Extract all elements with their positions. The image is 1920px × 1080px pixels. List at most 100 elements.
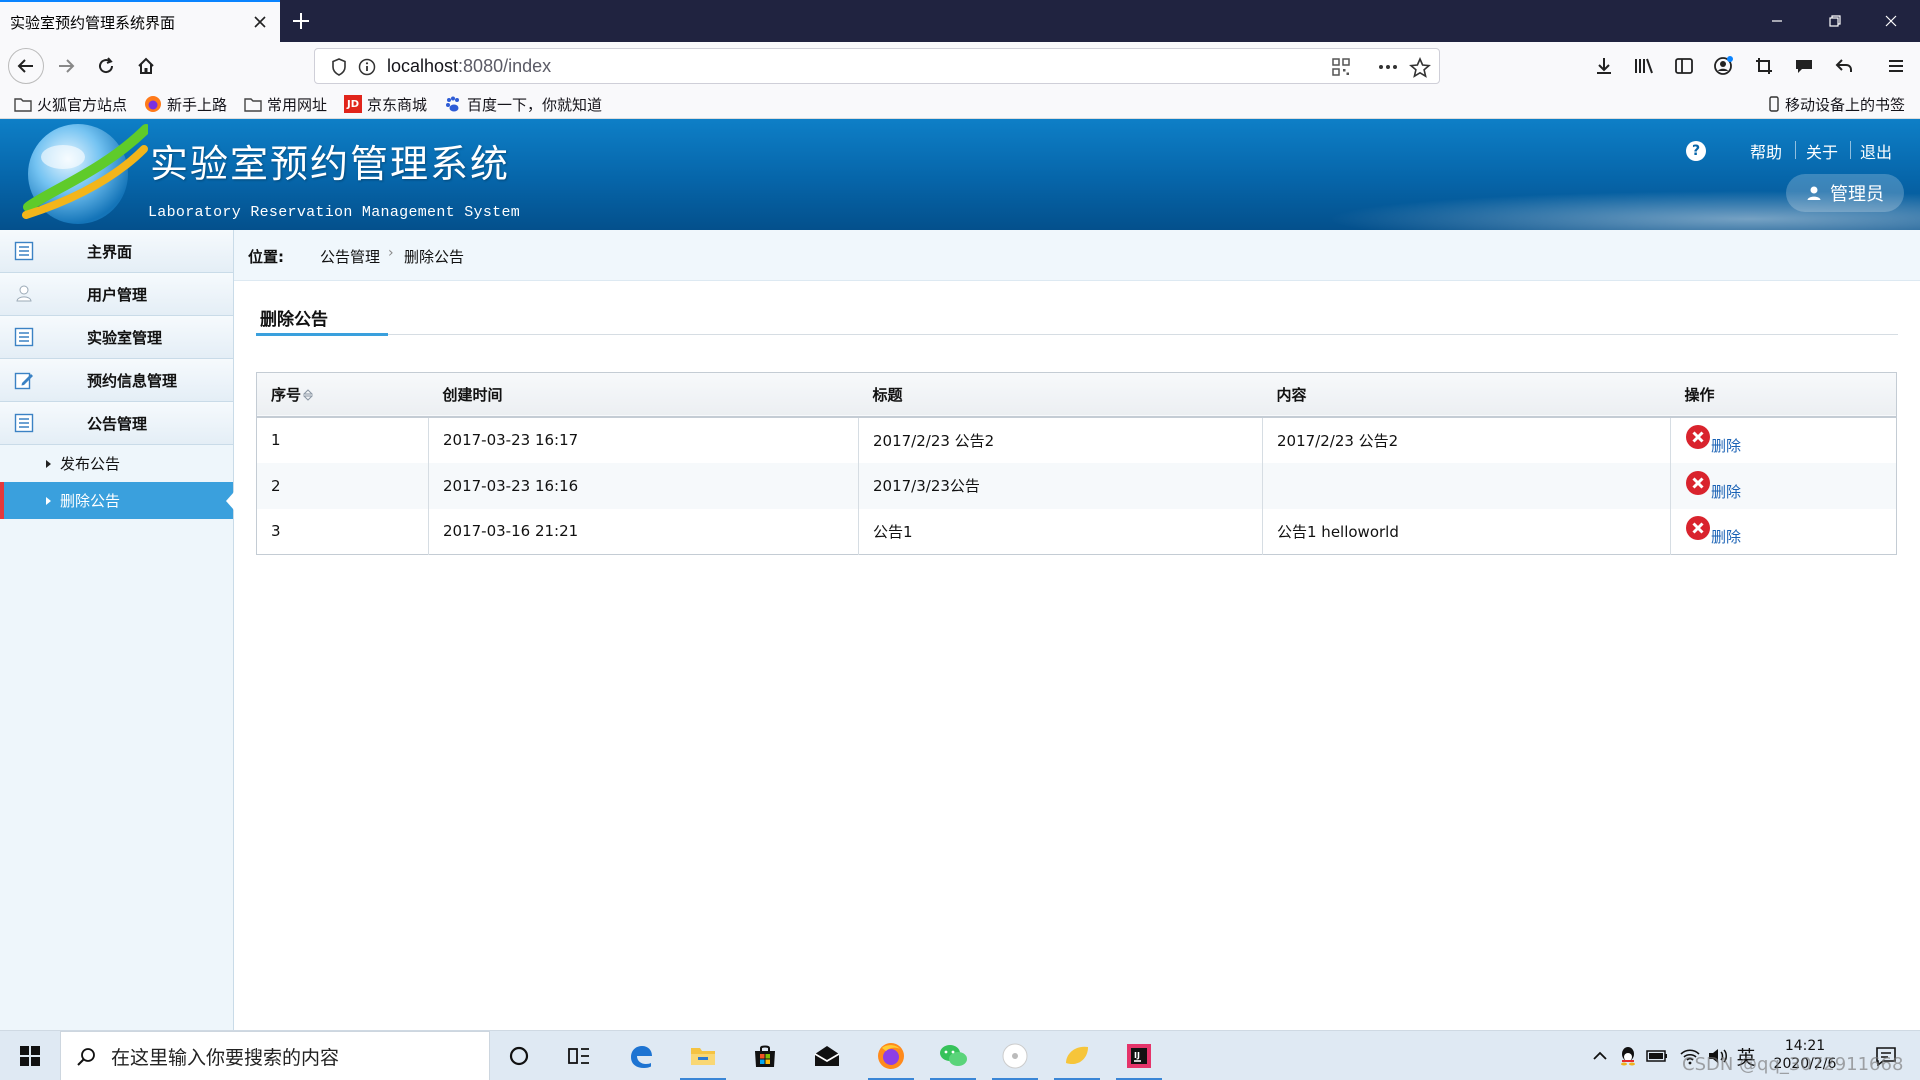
bookmark-common-sites[interactable]: 常用网址 (244, 93, 327, 115)
help-question-icon[interactable]: ? (1686, 141, 1706, 161)
app-title: 实验室预约管理系统 (150, 142, 511, 186)
help-link[interactable]: 帮助 (1750, 139, 1782, 163)
list-icon (14, 327, 34, 347)
browser-tab-strip: 实验室预约管理系统界面 (0, 0, 1920, 42)
site-info-icon[interactable] (357, 57, 377, 77)
delete-x-icon[interactable] (1685, 515, 1711, 541)
cell-id: 1 (256, 416, 429, 463)
bookmark-mobile[interactable]: 移动设备上的书签 (1768, 93, 1905, 115)
url-bar[interactable]: localhost:8080/index (314, 48, 1440, 84)
search-placeholder: 在这里输入你要搜索的内容 (111, 1046, 340, 1069)
svg-text:IJ: IJ (1134, 1051, 1140, 1060)
sidebar-subitem-publish-announcement[interactable]: 发布公告 (0, 445, 233, 482)
sidebar-item-users[interactable]: 用户管理 (0, 273, 233, 316)
bookmark-getting-started[interactable]: 新手上路 (144, 93, 227, 115)
delete-link[interactable]: 删除 (1711, 526, 1741, 547)
screenshot-crop-icon[interactable] (1748, 50, 1780, 82)
edge-browser-icon[interactable] (614, 1031, 668, 1080)
task-view-icon[interactable] (552, 1031, 606, 1080)
wechat-icon[interactable] (926, 1031, 980, 1080)
delete-link[interactable]: 删除 (1711, 435, 1741, 456)
menu-hamburger-icon[interactable] (1880, 50, 1912, 82)
bookmark-star-icon[interactable] (1409, 57, 1431, 78)
taskbar-search-box[interactable]: 在这里输入你要搜索的内容 (60, 1031, 490, 1080)
column-header-id[interactable]: 序号 (257, 373, 429, 417)
current-user-button[interactable]: 管理员 (1786, 174, 1904, 212)
mail-icon[interactable] (800, 1031, 854, 1080)
file-explorer-icon[interactable] (676, 1031, 730, 1080)
forward-arrow-icon[interactable] (50, 50, 82, 82)
delete-action[interactable]: 删除 (1685, 470, 1741, 502)
column-header-label: 序号 (271, 385, 302, 404)
undo-icon[interactable] (1828, 50, 1860, 82)
bookmarks-toolbar: 火狐官方站点 新手上路 常用网址 JD 京东商城 百度一下，你就知道 移动设备上… (0, 89, 1920, 119)
header-divider (1850, 141, 1851, 159)
account-icon[interactable] (1708, 50, 1740, 82)
close-window-icon[interactable] (1862, 0, 1920, 42)
reload-icon[interactable] (90, 50, 122, 82)
tracking-shield-icon[interactable] (329, 57, 349, 77)
sidebar-item-announcements[interactable]: 公告管理 (0, 402, 233, 445)
url-text: localhost:8080/index (387, 56, 551, 77)
sidebar-item-labs[interactable]: 实验室管理 (0, 316, 233, 359)
bookmark-label: 火狐官方站点 (37, 95, 128, 114)
bookmark-baidu[interactable]: 百度一下，你就知道 (444, 93, 602, 115)
back-arrow-icon[interactable] (8, 48, 44, 84)
breadcrumb-level1[interactable]: 公告管理 (320, 246, 380, 267)
show-hidden-icons-chevron-icon[interactable] (1586, 1031, 1614, 1080)
sort-icon[interactable] (303, 389, 314, 401)
home-icon[interactable] (130, 50, 162, 82)
list-icon (14, 413, 34, 433)
sidebar-subitem-delete-announcement[interactable]: 删除公告 (0, 482, 234, 519)
list-icon (14, 241, 34, 261)
folder-icon (244, 95, 262, 113)
bookmark-jd[interactable]: JD 京东商城 (344, 93, 427, 115)
sidebar-toggle-icon[interactable] (1668, 50, 1700, 82)
firefox-icon[interactable] (864, 1031, 918, 1080)
browser-tab-active[interactable]: 实验室预约管理系统界面 (0, 0, 280, 42)
delete-link[interactable]: 删除 (1711, 481, 1741, 502)
bookmark-label: 京东商城 (367, 95, 428, 114)
sidebar-item-label: 用户管理 (87, 285, 148, 304)
library-icon[interactable] (1628, 50, 1660, 82)
logout-link[interactable]: 退出 (1860, 139, 1892, 163)
table-row: 2 2017-03-23 16:16 2017/3/23公告 删除 (256, 462, 1897, 509)
cortana-circle-icon[interactable] (492, 1031, 546, 1080)
microsoft-store-icon[interactable] (738, 1031, 792, 1080)
media-player-icon[interactable] (988, 1031, 1042, 1080)
windows-start-icon[interactable] (0, 1031, 60, 1080)
delete-x-icon[interactable] (1685, 424, 1711, 450)
sidebar: 主界面 用户管理 实验室管理 预约信息管理 公告管理 发布公告 删除公告 (0, 230, 234, 1030)
battery-icon[interactable] (1642, 1031, 1672, 1080)
close-tab-icon[interactable] (250, 12, 270, 32)
app-logo-globe-icon (8, 119, 148, 229)
qq-penguin-icon[interactable] (1614, 1031, 1642, 1080)
sidebar-item-home[interactable]: 主界面 (0, 230, 233, 273)
download-icon[interactable] (1588, 50, 1620, 82)
csdn-watermark: CSDN @qq_3072911668 (1682, 1054, 1904, 1075)
new-tab-icon[interactable] (290, 10, 312, 32)
bookmark-firefox-official[interactable]: 火狐官方站点 (14, 93, 127, 115)
cell-id: 2 (256, 462, 429, 509)
chat-bubble-icon[interactable] (1788, 50, 1820, 82)
title-divider (256, 334, 1898, 335)
about-link[interactable]: 关于 (1806, 139, 1838, 163)
cell-title: 公告1 (858, 508, 1263, 555)
cell-content (1262, 462, 1671, 509)
delete-x-icon[interactable] (1685, 470, 1711, 496)
breadcrumb-level2[interactable]: 删除公告 (404, 246, 464, 267)
intellij-idea-icon[interactable]: IJ (1112, 1031, 1166, 1080)
more-options-icon[interactable] (1377, 57, 1397, 77)
sidebar-item-reservations[interactable]: 预约信息管理 (0, 359, 233, 402)
restore-window-icon[interactable] (1806, 0, 1864, 42)
bookmark-label: 新手上路 (167, 95, 228, 114)
minimize-window-icon[interactable] (1748, 0, 1806, 42)
bookmark-label: 常用网址 (267, 95, 328, 114)
notes-app-icon[interactable] (1050, 1031, 1104, 1080)
cell-id: 3 (256, 508, 429, 555)
qr-code-icon[interactable] (1331, 57, 1351, 77)
breadcrumb-separator-icon: › (388, 245, 394, 261)
jd-logo-icon: JD (344, 95, 362, 113)
delete-action[interactable]: 删除 (1685, 424, 1741, 456)
delete-action[interactable]: 删除 (1685, 515, 1741, 547)
